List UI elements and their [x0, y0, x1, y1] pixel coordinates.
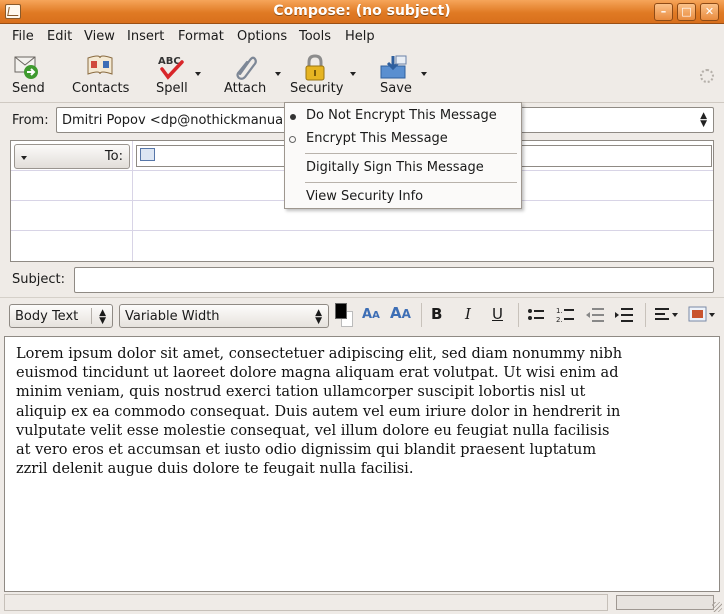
spell-button[interactable]: ABC Spell	[154, 51, 194, 101]
paragraph-style-value: Body Text	[15, 309, 79, 324]
resize-grip-icon[interactable]	[712, 602, 722, 612]
increase-font-size-icon[interactable]: AA	[390, 304, 411, 322]
align-menu-icon[interactable]	[655, 307, 679, 323]
menu-item-digitally-sign[interactable]: Digitally Sign This Message	[306, 160, 484, 175]
title-bar: Compose: (no subject) – □ ✕	[0, 0, 724, 24]
maximize-button[interactable]: □	[677, 3, 696, 21]
menu-item-do-not-encrypt[interactable]: Do Not Encrypt This Message	[306, 108, 497, 123]
text-color-button[interactable]	[335, 303, 355, 327]
message-body-text: Lorem ipsum dolor sit amet, consectetuer…	[16, 345, 716, 479]
security-dropdown-menu: Do Not Encrypt This Message Encrypt This…	[284, 102, 522, 209]
menu-divider	[305, 153, 517, 154]
chevron-down-icon	[21, 156, 27, 160]
address-card-icon	[140, 148, 155, 161]
contacts-button[interactable]: Contacts	[70, 51, 130, 101]
select-arrows-icon: ▲ ▼	[99, 308, 106, 326]
spell-dropdown-arrow[interactable]	[195, 72, 201, 76]
body-line: Lorem ipsum dolor sit amet, consectetuer…	[16, 346, 623, 362]
address-type-select[interactable]: To:	[14, 144, 130, 169]
contacts-label: Contacts	[72, 81, 130, 96]
close-button[interactable]: ✕	[700, 3, 719, 21]
font-value: Variable Width	[125, 309, 220, 324]
underline-button[interactable]: U	[492, 305, 503, 323]
address-row[interactable]	[11, 231, 713, 261]
address-column-divider	[132, 141, 133, 261]
numbered-list-icon[interactable]: 1. 2.	[556, 306, 574, 324]
menu-tools[interactable]: Tools	[299, 29, 331, 44]
bullet-list-icon[interactable]	[527, 307, 545, 323]
send-label: Send	[12, 81, 45, 96]
save-button[interactable]: Save	[376, 51, 416, 101]
send-icon	[14, 56, 38, 79]
minimize-button[interactable]: –	[654, 3, 673, 21]
menu-options[interactable]: Options	[237, 29, 287, 44]
menu-help[interactable]: Help	[345, 29, 375, 44]
menu-item-encrypt[interactable]: Encrypt This Message	[306, 131, 448, 146]
save-label: Save	[380, 81, 412, 96]
svg-text:2.: 2.	[556, 316, 563, 324]
subject-input[interactable]	[74, 267, 714, 293]
security-label: Security	[290, 81, 344, 96]
attach-button[interactable]: Attach	[224, 51, 272, 101]
padlock-icon	[305, 54, 325, 81]
from-account-value: Dmitri Popov <dp@nothickmanuals	[62, 113, 294, 128]
text-color-swatch	[335, 303, 347, 319]
combo-separator	[91, 308, 92, 324]
window-title: Compose: (no subject)	[273, 3, 451, 19]
outdent-icon[interactable]	[586, 307, 604, 323]
body-line: vulputate velit esse molestie consequat,…	[16, 422, 610, 439]
menu-view[interactable]: View	[84, 29, 115, 44]
toolbar-separator	[421, 303, 422, 327]
status-bar	[0, 592, 724, 614]
main-toolbar: Send Contacts ABC Spell Attach Security	[0, 49, 724, 103]
indent-icon[interactable]	[615, 307, 633, 323]
decrease-font-size-icon[interactable]: AA	[362, 307, 380, 322]
toolbar-separator	[518, 303, 519, 327]
security-dropdown-arrow[interactable]	[350, 72, 356, 76]
message-body-editor[interactable]: Lorem ipsum dolor sit amet, consectetuer…	[4, 336, 720, 592]
menu-divider	[305, 182, 517, 183]
paragraph-style-select[interactable]: Body Text ▲ ▼	[9, 304, 113, 328]
font-select[interactable]: Variable Width ▲ ▼	[119, 304, 329, 328]
menu-item-view-security-info[interactable]: View Security Info	[306, 189, 423, 204]
from-select-arrows-icon: ▲ ▼	[700, 111, 707, 129]
svg-text:1.: 1.	[556, 307, 563, 315]
address-type-label: To:	[104, 149, 123, 164]
menu-insert[interactable]: Insert	[127, 29, 164, 44]
body-line: at vero eros et accumsan et iusto odio d…	[16, 441, 597, 458]
toolbar-separator	[645, 303, 646, 327]
contacts-icon	[87, 55, 113, 75]
italic-button[interactable]: I	[465, 305, 471, 323]
paperclip-icon	[236, 56, 257, 80]
menu-edit[interactable]: Edit	[47, 29, 72, 44]
save-dropdown-arrow[interactable]	[421, 72, 427, 76]
status-text-pane	[4, 594, 608, 611]
body-line: zzril delenit augue duis dolore te feuga…	[16, 461, 414, 478]
progress-meter	[616, 595, 714, 610]
send-button[interactable]: Send	[10, 51, 50, 101]
body-line: minim veniam, quis nostrud exerci tation…	[16, 384, 586, 401]
spell-label: Spell	[156, 81, 188, 96]
radio-unselected-icon	[289, 136, 296, 143]
select-arrows-icon: ▲ ▼	[315, 308, 322, 326]
save-icon	[380, 55, 407, 79]
attach-dropdown-arrow[interactable]	[275, 72, 281, 76]
attach-label: Attach	[224, 81, 267, 96]
radio-selected-icon	[290, 114, 296, 120]
body-line: aliquip ex ea commodo consequat. Duis au…	[16, 403, 621, 420]
body-line: euismod tincidunt ut laoreet dolore magn…	[16, 365, 619, 382]
from-label: From:	[12, 113, 49, 128]
menu-file[interactable]: File	[12, 29, 34, 44]
subject-label: Subject:	[12, 272, 65, 287]
spell-check-icon: ABC	[158, 56, 184, 80]
insert-image-menu-icon[interactable]	[688, 306, 716, 324]
menu-format[interactable]: Format	[178, 29, 224, 44]
menu-bar: File Edit View Insert Format Options Too…	[0, 25, 724, 49]
activity-throbber-icon	[700, 69, 714, 83]
bold-button[interactable]: B	[431, 305, 442, 323]
security-button[interactable]: Security	[288, 51, 348, 101]
